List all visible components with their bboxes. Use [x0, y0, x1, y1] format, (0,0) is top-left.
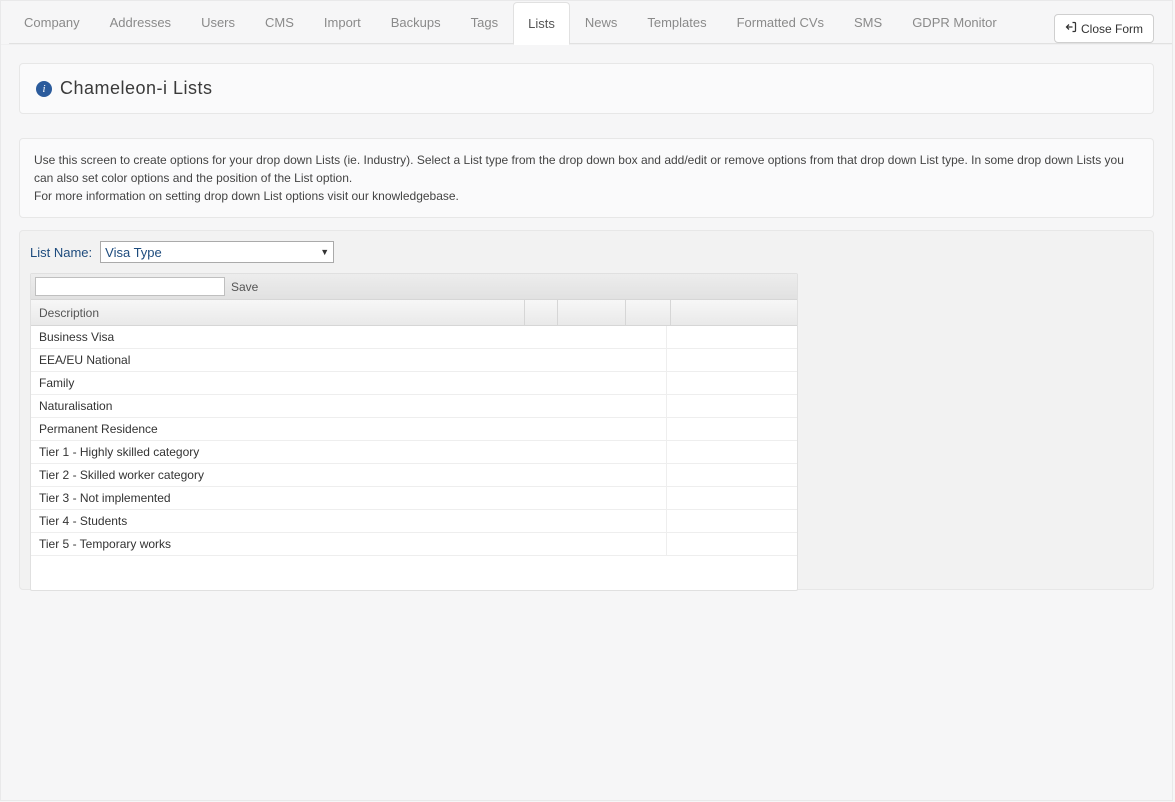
tab-label: SMS — [854, 15, 882, 30]
tab-backups[interactable]: Backups — [376, 1, 456, 43]
table-row[interactable]: Tier 1 - Highly skilled category — [31, 441, 797, 464]
tab-label: Addresses — [110, 15, 171, 30]
tab-templates[interactable]: Templates — [632, 1, 721, 43]
tab-label: Formatted CVs — [737, 15, 824, 30]
table-row[interactable]: Tier 5 - Temporary works — [31, 533, 797, 556]
description-cell: Tier 3 - Not implemented — [31, 487, 667, 509]
table-row[interactable]: Tier 4 - Students — [31, 510, 797, 533]
logout-icon — [1065, 21, 1077, 36]
tab-label: Tags — [471, 15, 498, 30]
description-cell: Family — [31, 372, 667, 394]
column-header-blank-1[interactable] — [525, 300, 558, 325]
tab-news[interactable]: News — [570, 1, 633, 43]
description-cell: Tier 2 - Skilled worker category — [31, 464, 667, 486]
description-cell: Tier 1 - Highly skilled category — [31, 441, 667, 463]
info-icon: i — [36, 81, 52, 97]
table-row[interactable]: Naturalisation — [31, 395, 797, 418]
tab-tags[interactable]: Tags — [456, 1, 513, 43]
tab-label: GDPR Monitor — [912, 15, 997, 30]
tab-label: News — [585, 15, 618, 30]
intro-panel: Use this screen to create options for yo… — [19, 138, 1154, 218]
table-row[interactable]: Tier 3 - Not implemented — [31, 487, 797, 510]
table-row[interactable]: Family — [31, 372, 797, 395]
column-header-blank-2[interactable] — [558, 300, 626, 325]
tab-sms[interactable]: SMS — [839, 1, 897, 43]
close-form-label: Close Form — [1081, 22, 1143, 36]
tab-label: Templates — [647, 15, 706, 30]
tab-label: Company — [24, 15, 80, 30]
tab-label: Lists — [528, 16, 555, 31]
tab-label: Backups — [391, 15, 441, 30]
intro-text-line2: For more information on setting drop dow… — [34, 187, 1139, 205]
description-cell: Business Visa — [31, 326, 667, 348]
table-row[interactable]: Tier 2 - Skilled worker category — [31, 464, 797, 487]
content-panel: List Name: Visa Type ▼ Save Description … — [19, 230, 1154, 590]
tab-addresses[interactable]: Addresses — [95, 1, 186, 43]
table-row[interactable]: Business Visa — [31, 326, 797, 349]
list-name-value: Visa Type — [105, 245, 162, 260]
tab-cms[interactable]: CMS — [250, 1, 309, 43]
tab-label: Import — [324, 15, 361, 30]
tab-lists[interactable]: Lists — [513, 2, 570, 45]
list-name-label: List Name: — [30, 245, 92, 260]
column-header-description[interactable]: Description — [31, 300, 525, 325]
chevron-down-icon: ▼ — [320, 247, 329, 257]
tab-strip: Company Addresses Users CMS Import Backups Tag… — [9, 1, 1172, 44]
description-cell: Tier 5 - Temporary works — [31, 533, 667, 555]
tab-users[interactable]: Users — [186, 1, 250, 43]
column-header-blank-4[interactable] — [671, 300, 797, 325]
list-name-select[interactable]: Visa Type ▼ — [100, 241, 334, 263]
tab-gdpr-monitor[interactable]: GDPR Monitor — [897, 1, 1012, 43]
page-title-panel: i Chameleon-i Lists — [19, 63, 1154, 114]
tab-label: Users — [201, 15, 235, 30]
column-header-row: Description — [31, 300, 797, 326]
tab-formatted-cvs[interactable]: Formatted CVs — [722, 1, 839, 43]
description-cell: Naturalisation — [31, 395, 667, 417]
table-row[interactable]: EEA/EU National — [31, 349, 797, 372]
intro-text-line1: Use this screen to create options for yo… — [34, 151, 1139, 187]
description-cell: Tier 4 - Students — [31, 510, 667, 532]
grid-toolbar: Save — [31, 274, 797, 300]
tab-company[interactable]: Company — [9, 1, 95, 43]
tab-label: CMS — [265, 15, 294, 30]
tab-import[interactable]: Import — [309, 1, 376, 43]
new-item-input[interactable] — [35, 277, 225, 296]
page-title: Chameleon-i Lists — [60, 78, 213, 99]
list-grid: Save Description Business VisaEEA/EU Nat… — [30, 273, 798, 591]
data-rows-container: Business VisaEEA/EU NationalFamilyNatura… — [31, 326, 797, 556]
save-button[interactable]: Save — [231, 280, 258, 294]
description-cell: EEA/EU National — [31, 349, 667, 371]
close-form-button[interactable]: Close Form — [1054, 14, 1154, 43]
description-cell: Permanent Residence — [31, 418, 667, 440]
table-row[interactable]: Permanent Residence — [31, 418, 797, 441]
column-header-blank-3[interactable] — [626, 300, 671, 325]
